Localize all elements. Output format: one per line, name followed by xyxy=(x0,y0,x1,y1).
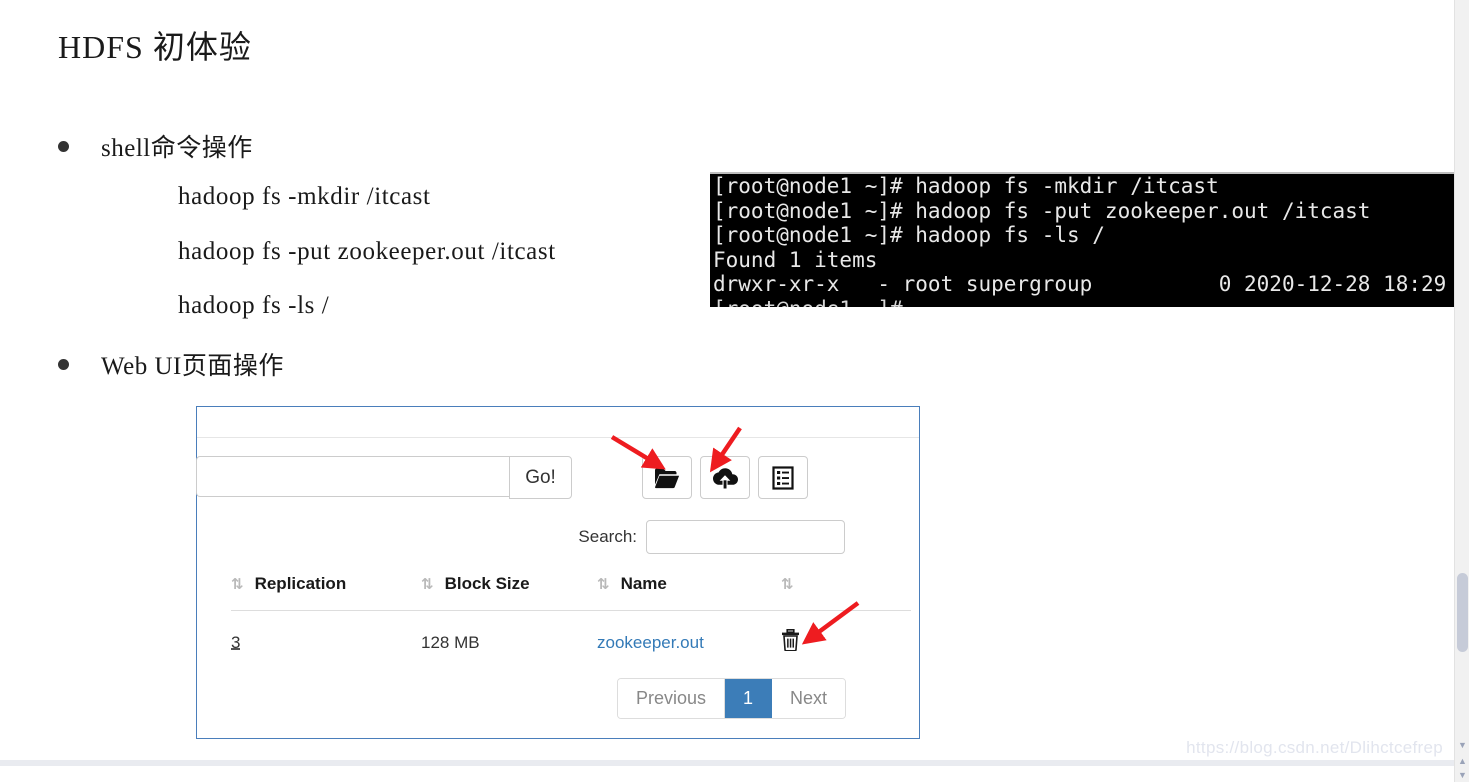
command-line-ls: hadoop fs -ls / xyxy=(178,292,330,319)
clipboard-list-icon xyxy=(772,465,794,490)
scroll-down-arrow-icon[interactable]: ▼ xyxy=(1458,741,1467,750)
vertical-scrollbar[interactable]: ▼ ▲ ▼ xyxy=(1454,0,1469,782)
scroll-bottom-arrow-icon[interactable]: ▼ xyxy=(1458,771,1467,780)
column-header-block-size[interactable]: ⇅ Block Size xyxy=(421,574,597,611)
scroll-up-arrow-icon[interactable]: ▲ xyxy=(1458,757,1467,766)
table-header-row: ⇅ Replication ⇅ Block Size ⇅ Name ⇅ xyxy=(231,574,911,611)
csdn-watermark: https://blog.csdn.net/Dlihctcefrep xyxy=(1186,738,1443,757)
slide-canvas: HDFS 初体验 shell命令操作 hadoop fs -mkdir /itc… xyxy=(0,0,1455,766)
column-label-block-size: Block Size xyxy=(444,574,530,593)
terminal-line: [root@node1 ~]# xyxy=(710,297,1455,308)
path-input-group: Go! xyxy=(196,456,572,499)
column-header-replication[interactable]: ⇅ Replication xyxy=(231,574,421,611)
cell-name: zookeeper.out xyxy=(597,611,781,657)
search-label: Search: xyxy=(578,527,637,546)
tool-button-group xyxy=(642,456,808,499)
cloud-upload-icon xyxy=(712,466,738,490)
search-row: Search: xyxy=(197,520,919,554)
pager-group: Previous 1 Next xyxy=(616,678,846,719)
sort-toggle-icon[interactable]: ⇅ xyxy=(421,575,434,593)
cell-replication: 3 xyxy=(231,611,421,657)
column-label-replication: Replication xyxy=(254,574,347,593)
bullet-item-webui: Web UI页面操作 xyxy=(58,346,284,382)
column-header-actions[interactable]: ⇅ xyxy=(781,574,911,611)
bullet-item-shell: shell命令操作 xyxy=(58,128,253,164)
go-button[interactable]: Go! xyxy=(509,456,572,499)
bullet-label-shell: shell命令操作 xyxy=(101,135,253,162)
pagination: Previous 1 Next xyxy=(197,678,846,719)
pagination-previous[interactable]: Previous xyxy=(617,679,725,718)
terminal-screenshot: [root@node1 ~]# hadoop fs -mkdir /itcast… xyxy=(710,172,1455,307)
column-header-name[interactable]: ⇅ Name xyxy=(597,574,781,611)
panel-body: Go! Search: ⇅ Replication ⇅ Block Size ⇅… xyxy=(196,438,919,719)
file-name-link[interactable]: zookeeper.out xyxy=(597,633,704,652)
sort-toggle-icon[interactable]: ⇅ xyxy=(231,575,244,593)
scrollbar-thumb[interactable] xyxy=(1457,573,1468,652)
cut-paste-button[interactable] xyxy=(758,456,808,499)
terminal-line: [root@node1 ~]# hadoop fs -mkdir /itcast xyxy=(713,174,1219,198)
hdfs-browser-panel: Go! Search: ⇅ Replication ⇅ Block Size ⇅… xyxy=(196,406,920,739)
sort-toggle-icon[interactable]: ⇅ xyxy=(781,575,794,593)
replication-link[interactable]: 3 xyxy=(231,633,240,652)
bottom-strip xyxy=(0,760,1454,766)
table-row: 3 128 MB zookeeper.out xyxy=(231,611,911,657)
page-title: HDFS 初体验 xyxy=(58,29,252,65)
search-input[interactable] xyxy=(646,520,845,554)
bullet-dot-icon xyxy=(58,358,69,370)
open-folder-icon xyxy=(654,467,680,489)
new-folder-button[interactable] xyxy=(642,456,692,499)
command-line-mkdir: hadoop fs -mkdir /itcast xyxy=(178,183,431,210)
sort-toggle-icon[interactable]: ⇅ xyxy=(597,575,610,593)
cell-block-size: 128 MB xyxy=(421,632,480,652)
pagination-next[interactable]: Next xyxy=(771,679,845,718)
cell-actions xyxy=(781,611,911,657)
command-line-put: hadoop fs -put zookeeper.out /itcast xyxy=(178,238,556,265)
file-listing-table: ⇅ Replication ⇅ Block Size ⇅ Name ⇅ 3 12… xyxy=(231,574,911,656)
path-input[interactable] xyxy=(196,456,509,497)
pagination-page-1[interactable]: 1 xyxy=(724,679,772,718)
bullet-label-webui: Web UI页面操作 xyxy=(101,353,284,380)
panel-top-strip xyxy=(197,407,919,438)
upload-button[interactable] xyxy=(700,456,750,499)
trash-icon[interactable] xyxy=(781,629,800,652)
terminal-line: [root@node1 ~]# hadoop fs -put zookeeper… xyxy=(713,198,1371,223)
terminal-line: drwxr-xr-x - root supergroup 0 2020-12-2… xyxy=(713,272,1455,296)
column-label-name: Name xyxy=(620,574,667,593)
terminal-line: [root@node1 ~]# hadoop fs -ls / xyxy=(713,223,1105,247)
bullet-dot-icon xyxy=(58,140,69,152)
path-toolbar: Go! xyxy=(196,438,919,499)
terminal-line: Found 1 items xyxy=(713,247,878,272)
